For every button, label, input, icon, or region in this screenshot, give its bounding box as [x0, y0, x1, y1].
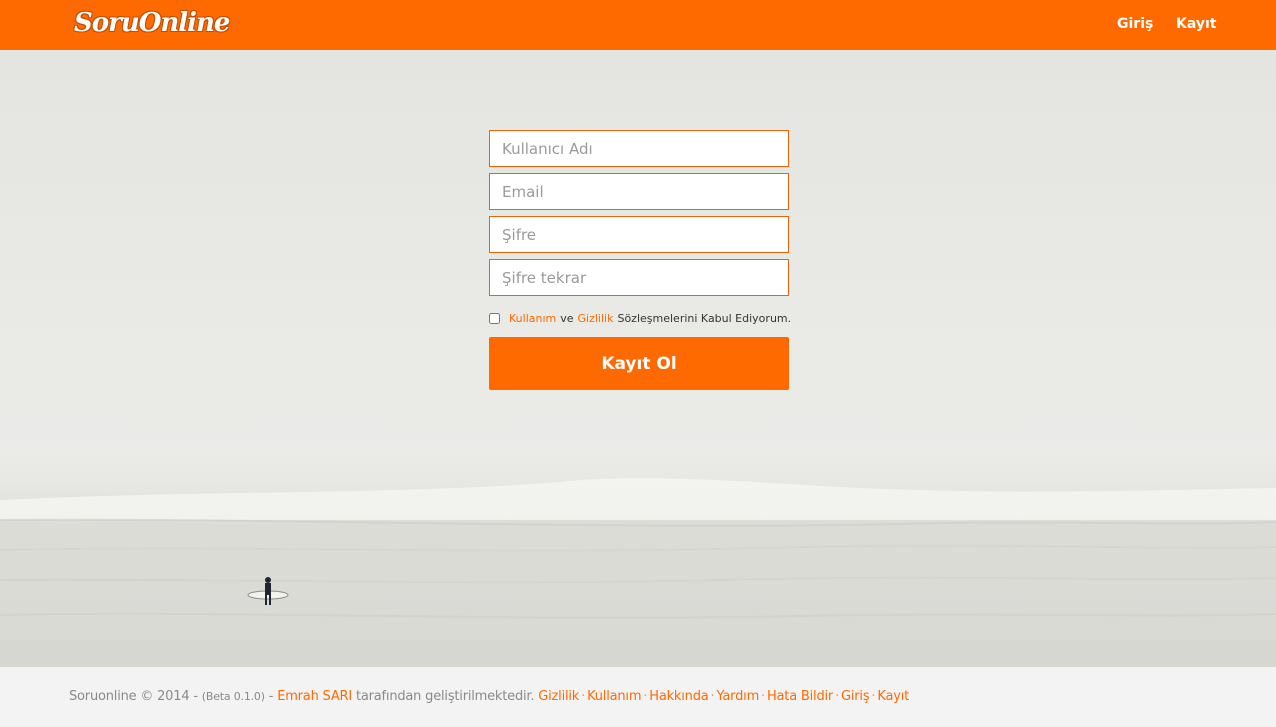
footer-dash: - — [268, 689, 274, 704]
footer-author-link[interactable]: Emrah SARI — [277, 689, 352, 704]
terms-suffix-text: Sözleşmelerini Kabul Ediyorum. — [617, 311, 792, 325]
password-repeat-input[interactable] — [489, 259, 789, 296]
footer-link-about[interactable]: Hakkında — [649, 689, 708, 704]
footer-brand: Soruonline © 2014 - — [69, 689, 198, 704]
email-input[interactable] — [489, 173, 789, 210]
footer-link-login[interactable]: Giriş — [841, 689, 870, 704]
footer-link-register[interactable]: Kayıt — [877, 689, 909, 704]
nav-login-link[interactable]: Giriş — [1117, 16, 1153, 32]
footer-link-usage[interactable]: Kullanım — [587, 689, 641, 704]
terms-and-text: ve — [560, 311, 574, 325]
footer: Soruonline © 2014 - (Beta 0.1.0) - Emrah… — [0, 667, 1276, 727]
terms-agreement-row: Kullanım ve Gizlilik Sözleşmelerini Kabu… — [489, 310, 799, 326]
username-input[interactable] — [489, 130, 789, 167]
privacy-terms-link[interactable]: Gizlilik — [578, 312, 614, 325]
site-logo[interactable]: SoruOnline — [74, 8, 230, 38]
password-input[interactable] — [489, 216, 789, 253]
top-navbar: SoruOnline Giriş Kayıt — [0, 0, 1276, 50]
footer-developed-text: tarafından geliştirilmektedir. — [355, 689, 535, 704]
hero-background-image: Kullanım ve Gizlilik Sözleşmelerini Kabu… — [0, 50, 1276, 667]
register-submit-button[interactable]: Kayıt Ol — [489, 337, 789, 390]
footer-link-privacy[interactable]: Gizlilik — [538, 689, 579, 704]
nav-register-link[interactable]: Kayıt — [1176, 16, 1216, 32]
footer-link-report-bug[interactable]: Hata Bildir — [767, 689, 833, 704]
footer-link-help[interactable]: Yardım — [716, 689, 759, 704]
footer-line: Soruonline © 2014 - (Beta 0.1.0) - Emrah… — [69, 689, 910, 704]
sand-strip — [0, 640, 1276, 667]
terms-checkbox[interactable] — [489, 312, 500, 324]
register-form — [489, 130, 789, 302]
footer-beta: (Beta 0.1.0) — [201, 690, 265, 703]
usage-terms-link[interactable]: Kullanım — [509, 312, 556, 325]
